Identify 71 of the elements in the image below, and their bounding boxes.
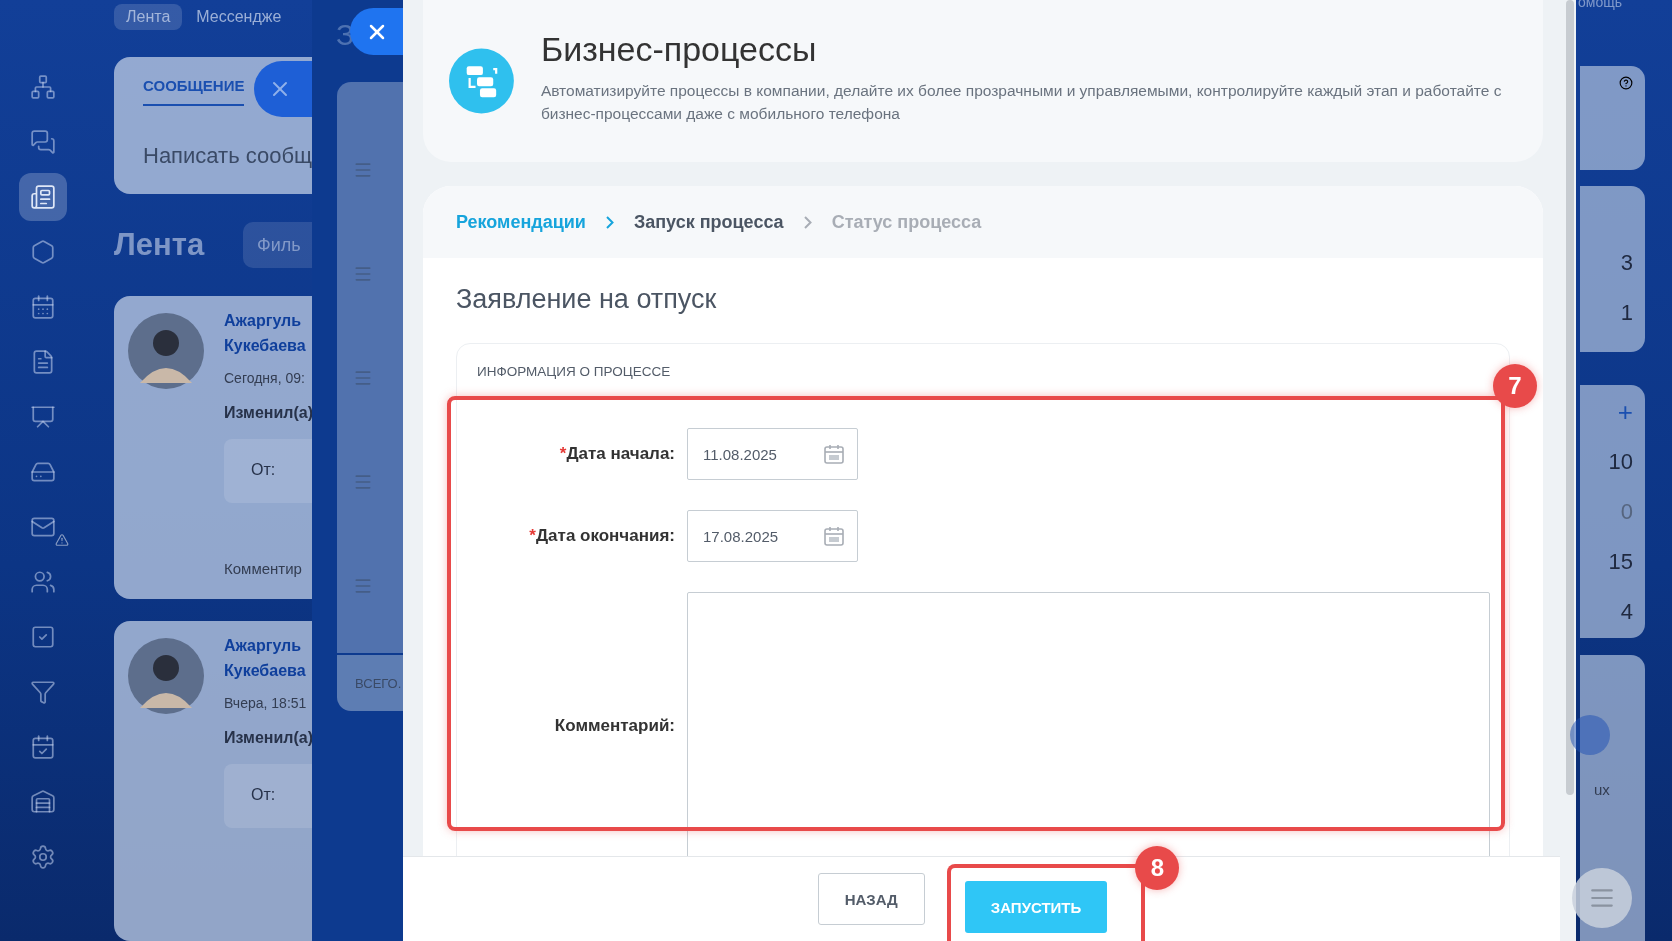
count-label: 3 [1620,249,1633,277]
form-title: Заявление на отпуск [456,284,718,315]
count-label: 0 [1620,498,1633,526]
close-button[interactable] [350,8,403,55]
help-link[interactable]: омощь [1578,0,1622,10]
top-tab[interactable]: Мессендже [196,3,294,30]
count-label: 1 [1620,299,1633,327]
filter-icon [29,679,56,705]
modal-description: Автоматизируйте процессы в компании, делайте их более прозрачными и управляемыми, контролируйте каждый этап и работайте с бизнес-процессами даже с мобильного телефона [540,80,1503,124]
post-action: Изменил(а) [224,404,313,423]
date-input[interactable]: 11.08.2025 [703,445,813,463]
message-placeholder[interactable]: Написать сообщ [143,143,313,170]
date-field[interactable]: 11.08.2025 [687,428,858,480]
breadcrumb-link[interactable]: Рекомендации [456,211,586,233]
date-field[interactable]: 17.08.2025 [687,510,858,562]
modal-title: Бизнес-процессы [540,29,818,69]
drag-handle-icon[interactable] [353,160,373,180]
app-icon[interactable] [1570,715,1610,755]
total-label: ВСЕГО. [337,655,403,711]
from-label: От: [251,461,276,480]
people-icon [29,569,56,595]
field-label: Комментарий: [553,716,675,736]
drag-handle-icon[interactable] [353,576,373,596]
field-label: *Дата окончания: [528,526,675,546]
chevron-icon [605,215,614,229]
launch-button[interactable]: ЗАПУСТИТЬ [964,881,1108,933]
author-name[interactable]: Ажаргуль Кукебаева [224,620,314,683]
sidebar-item[interactable] [18,173,67,221]
calendar-icon[interactable] [823,443,845,465]
help-icon[interactable] [1619,76,1633,90]
count-label: 10 [1608,448,1633,476]
step-badge: 8 [1135,846,1180,890]
drag-handle-icon[interactable] [353,472,373,492]
calendar-icon[interactable] [823,525,845,547]
comment-link[interactable]: Комментир [224,560,302,578]
drag-handle-icon[interactable] [353,264,373,284]
calendar-icon [29,734,56,760]
back-button[interactable]: НАЗАД [817,873,925,925]
checkbox-icon [29,624,56,650]
newspaper-icon [29,184,56,210]
mail-icon [29,514,56,540]
author-name[interactable]: Ажаргуль Кукебаева [224,296,314,359]
network-icon [29,74,56,100]
breadcrumb-link[interactable]: Статус процесса [831,211,982,233]
warehouse-icon [29,789,56,815]
calendar-icon [29,294,56,320]
chevron-icon [803,215,812,229]
section-heading: ИНФОРМАЦИЯ О ПРОЦЕССЕ [477,364,672,379]
drag-handle-icon[interactable] [353,368,373,388]
step-badge: 7 [1493,364,1537,408]
field-label: *Дата начала: [558,444,675,464]
presentation-icon [29,404,56,430]
filter-field[interactable]: Филь [243,222,312,269]
post-time: Вчера, 18:51 [224,694,307,711]
hexagon-icon [29,239,56,265]
date-input[interactable]: 17.08.2025 [703,527,813,545]
post-action: Изменил(а) [224,728,313,747]
drive-icon [29,459,56,485]
app-label: ux [1594,781,1610,798]
count-label: 15 [1608,548,1633,576]
count-label: 4 [1620,598,1633,626]
add-button[interactable]: + [1617,387,1633,437]
feed-title: Лента [114,227,205,264]
breadcrumb-link[interactable]: Запуск процесса [633,211,784,233]
from-label: От: [251,785,276,804]
chat-icon [29,129,56,155]
settings-icon [29,844,56,870]
top-tab[interactable]: Лента [114,3,183,30]
composer-tab[interactable]: СООБЩЕНИЕ [143,77,245,107]
scrollbar[interactable] [1566,0,1574,795]
post-time: Сегодня, 09: [224,370,305,387]
